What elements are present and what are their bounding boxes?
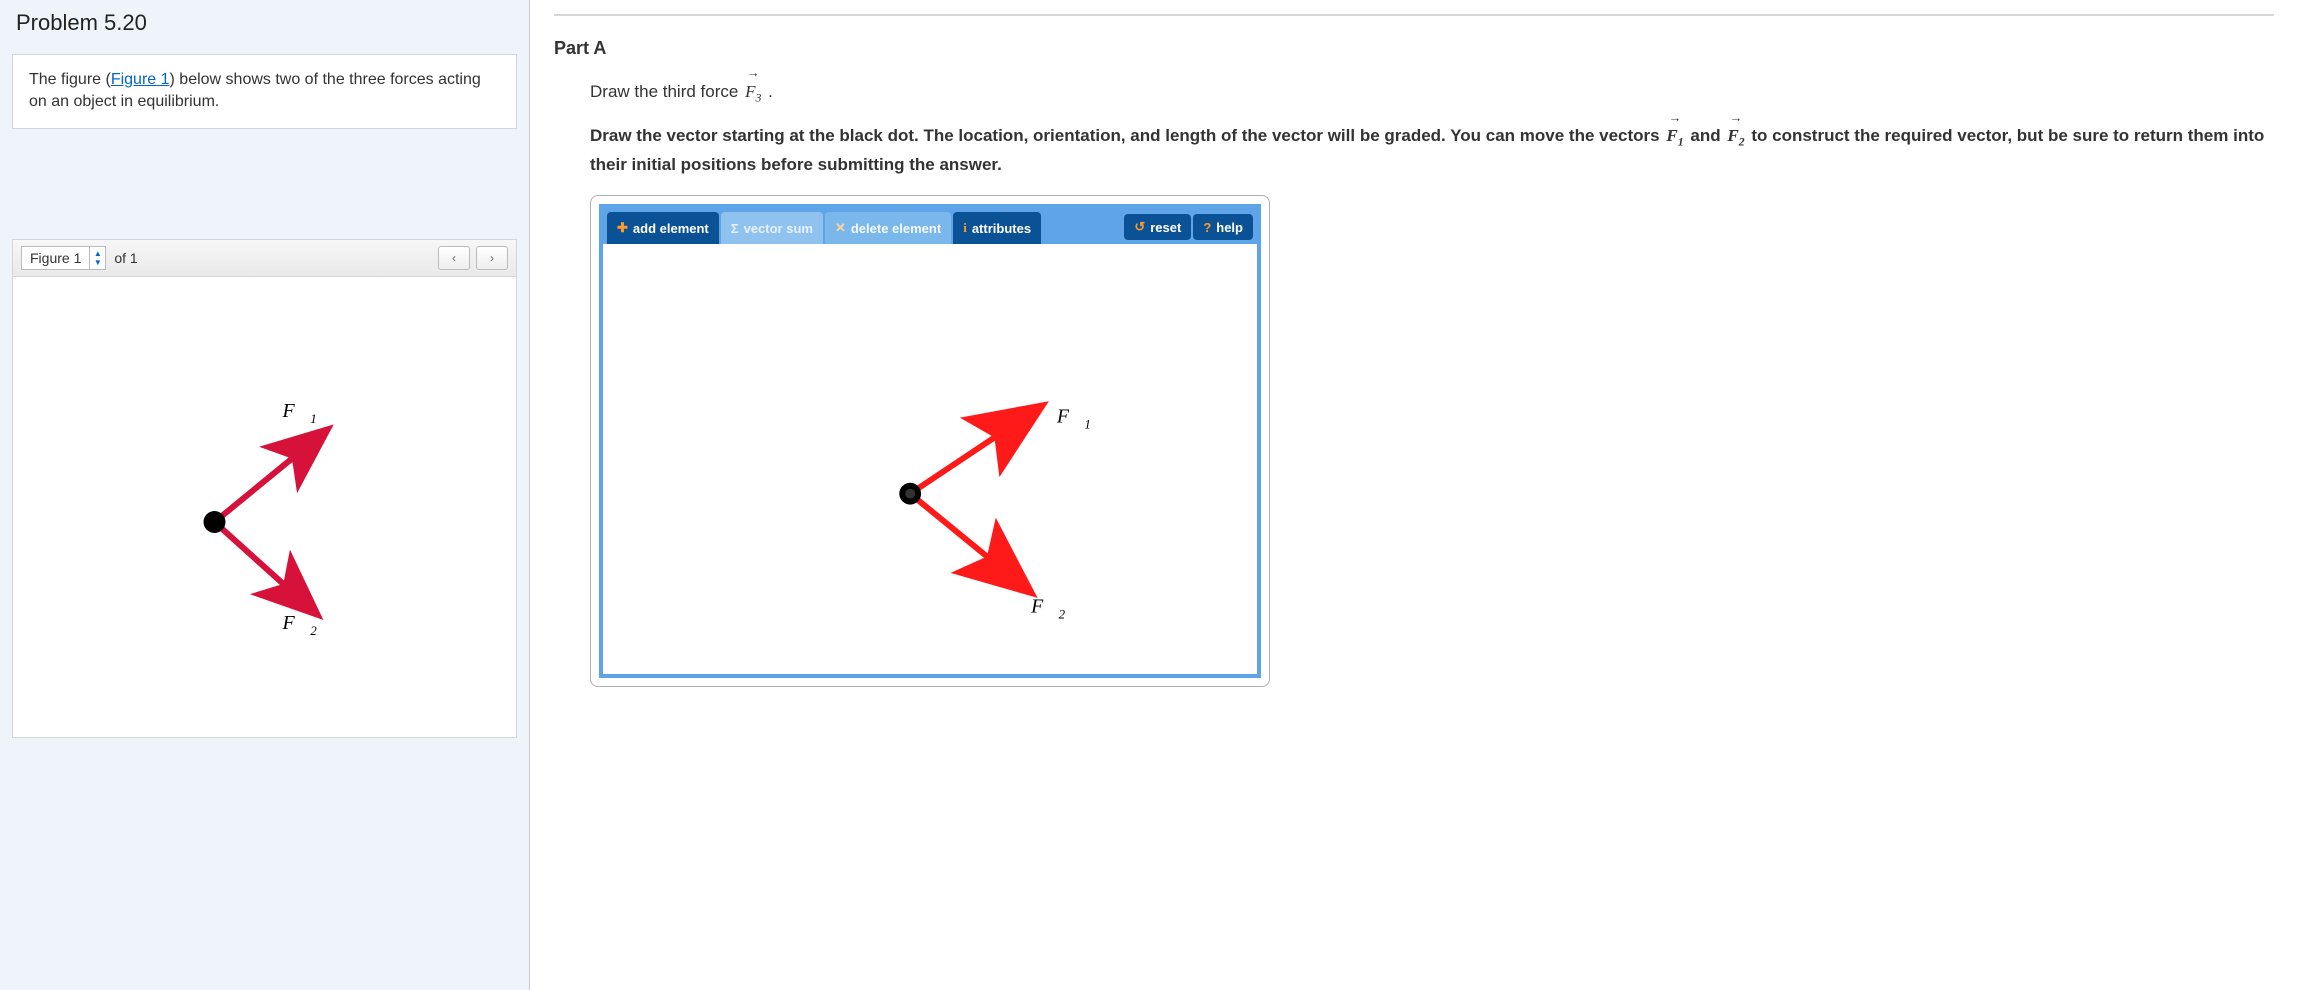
help-button[interactable]: ? help xyxy=(1193,214,1253,240)
close-icon: ✕ xyxy=(835,220,846,236)
instruction-block: Draw the third force →F3 . Draw the vect… xyxy=(554,79,2274,177)
plus-icon: ✚ xyxy=(617,220,628,236)
drawing-widget: ✚ add element Σ vector sum ✕ delete elem… xyxy=(590,195,1270,687)
instr1-post: . xyxy=(763,82,772,101)
right-panel: Part A Draw the third force →F3 . Draw t… xyxy=(530,0,2298,990)
figure-prev-button[interactable]: ‹ xyxy=(438,246,470,270)
add-element-button[interactable]: ✚ add element xyxy=(607,212,719,244)
add-element-label: add element xyxy=(633,221,709,236)
instruction-line-2: Draw the vector starting at the black do… xyxy=(590,123,2274,177)
figure-link[interactable]: Figure 1 xyxy=(111,71,170,88)
instruction-line-1: Draw the third force →F3 . xyxy=(590,79,2274,107)
attributes-label: attributes xyxy=(972,221,1031,236)
divider xyxy=(554,14,2274,16)
vector-f1-text: →F1 xyxy=(1664,123,1685,151)
figure-selector[interactable]: Figure 1 ▲ ▼ xyxy=(21,246,106,270)
figure-selector-label: Figure 1 xyxy=(22,248,89,268)
figure-selector-stepper[interactable]: ▲ ▼ xyxy=(89,247,105,269)
intro-text-pre: The figure ( xyxy=(29,71,111,88)
vector-f3: →F3 xyxy=(743,79,763,107)
chevron-up-icon: ▲ xyxy=(94,249,102,258)
figure-toolbar: Figure 1 ▲ ▼ of 1 ‹ › xyxy=(13,240,516,277)
figure-panel: Figure 1 ▲ ▼ of 1 ‹ › xyxy=(12,239,517,738)
chevron-down-icon: ▼ xyxy=(94,258,102,267)
help-icon: ? xyxy=(1203,220,1211,235)
figure-canvas-left: F⃗1 F⃗2 xyxy=(13,277,516,737)
sigma-icon: Σ xyxy=(731,221,739,236)
svg-text:F⃗2: F⃗2 xyxy=(282,612,318,638)
reset-icon: ↺ xyxy=(1134,219,1145,235)
delete-element-button[interactable]: ✕ delete element xyxy=(825,212,951,244)
problem-intro: The figure (Figure 1) below shows two of… xyxy=(12,54,517,129)
instr2-mid: and xyxy=(1690,126,1725,145)
attributes-button[interactable]: i attributes xyxy=(953,212,1041,244)
svg-text:F⃗2: F⃗2 xyxy=(1030,596,1066,622)
vector-sum-label: vector sum xyxy=(744,221,813,236)
drawing-toolbar: ✚ add element Σ vector sum ✕ delete elem… xyxy=(603,208,1257,244)
chevron-left-icon: ‹ xyxy=(452,251,456,265)
reset-button[interactable]: ↺ reset xyxy=(1124,214,1191,240)
svg-text:F⃗1: F⃗1 xyxy=(282,400,317,426)
svg-text:F⃗1: F⃗1 xyxy=(1056,405,1091,431)
vector-f2-text: →F2 xyxy=(1725,123,1746,151)
instr1-pre: Draw the third force xyxy=(590,82,743,101)
part-label: Part A xyxy=(554,38,2274,59)
info-icon: i xyxy=(963,220,967,236)
problem-title: Problem 5.20 xyxy=(12,10,517,36)
chevron-right-icon: › xyxy=(490,251,494,265)
instr2-a: Draw the vector starting at the black do… xyxy=(590,126,1664,145)
help-label: help xyxy=(1216,220,1243,235)
reset-label: reset xyxy=(1150,220,1181,235)
figure-next-button[interactable]: › xyxy=(476,246,508,270)
drawing-canvas[interactable]: F⃗1 F⃗2 xyxy=(603,244,1257,674)
figure-count-text: of 1 xyxy=(114,250,137,266)
left-panel: Problem 5.20 The figure (Figure 1) below… xyxy=(0,0,530,990)
delete-element-label: delete element xyxy=(851,221,941,236)
drawing-inner: ✚ add element Σ vector sum ✕ delete elem… xyxy=(599,204,1261,678)
vector-sum-button[interactable]: Σ vector sum xyxy=(721,212,823,244)
